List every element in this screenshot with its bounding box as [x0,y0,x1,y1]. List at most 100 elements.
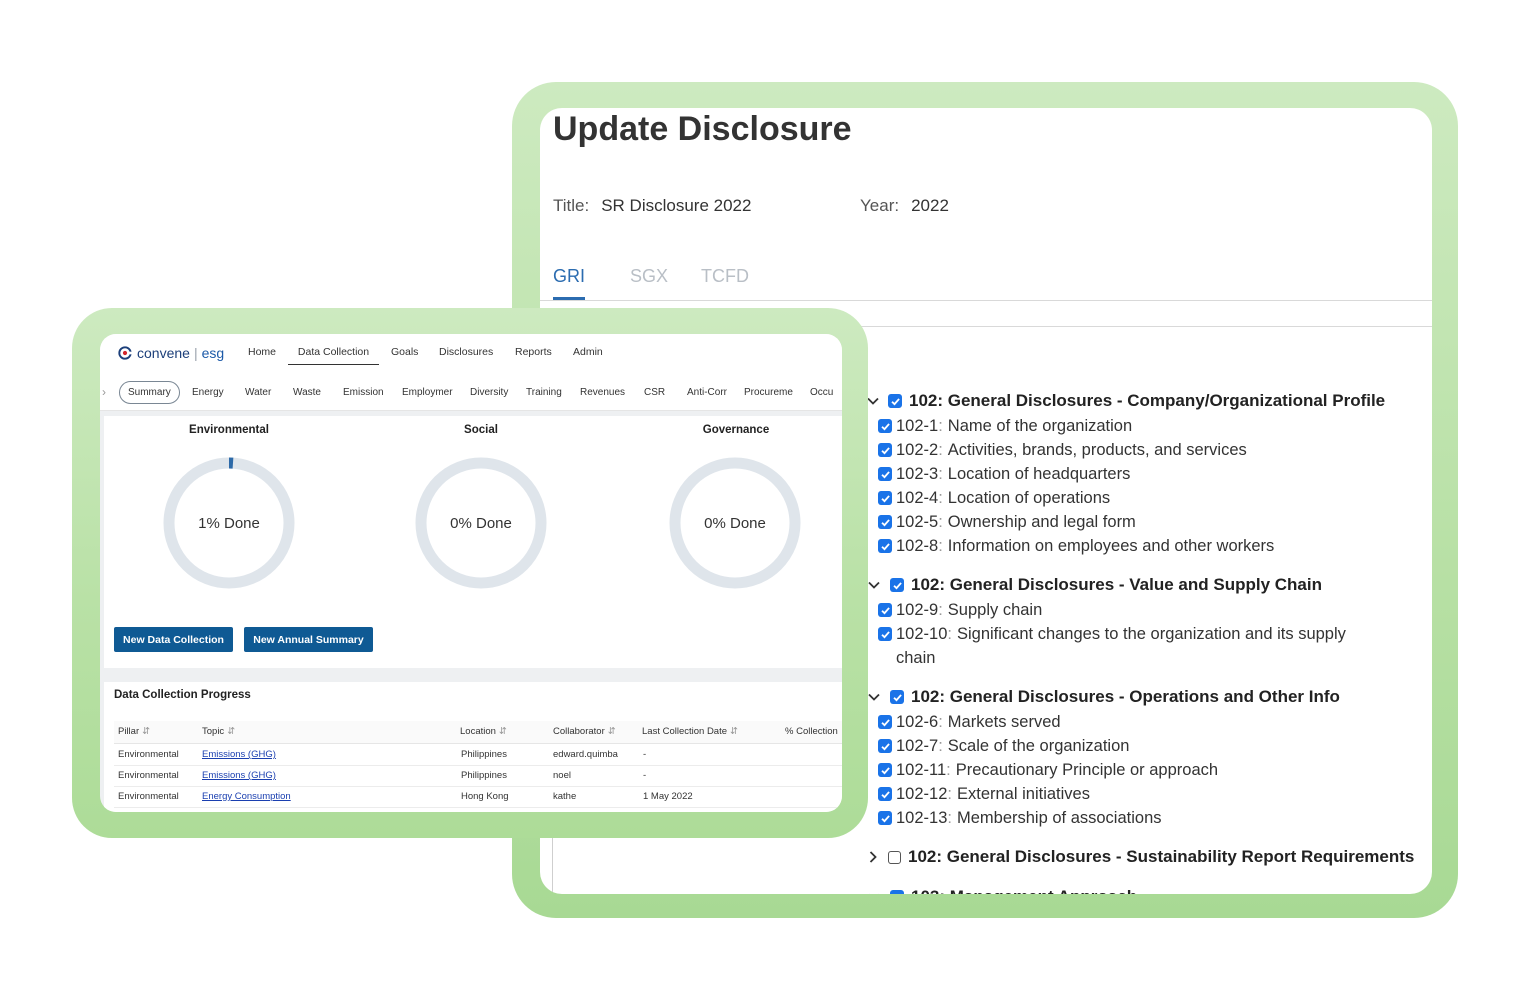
table-row[interactable]: Environmental Emissions (GHG) Philippine… [114,765,842,787]
nav-disclosures[interactable]: Disclosures [439,346,493,358]
disclosure-text: External initiatives [956,785,1090,803]
checked-checkbox[interactable] [878,467,892,481]
disclosure-title-field: Title: SR Disclosure 2022 [553,196,751,216]
disclosure-item[interactable]: 102-9: Supply chain [878,598,1366,622]
column-header-location[interactable]: Location ⇵ [460,726,507,737]
checked-checkbox[interactable] [878,443,892,457]
disclosure-code: 102-9 [896,601,939,619]
governance-progress-label: 0% Done [704,515,766,532]
disclosure-group-header[interactable]: 103: Management Approach [866,884,1366,894]
sort-icon[interactable]: ⇵ [608,726,616,737]
convene-logo[interactable]: convene | esg [118,345,224,361]
new-data-collection-button[interactable]: New Data Collection [114,627,233,652]
checked-checkbox[interactable] [888,394,902,408]
unchecked-checkbox[interactable] [888,850,901,864]
subtab-water[interactable]: Water [245,387,271,398]
esg-dashboard-panel: convene | esg Home Data Collection Goals D… [100,334,842,812]
chevron-down-icon[interactable] [866,577,882,593]
disclosure-group-header[interactable]: 102: General Disclosures - Operations an… [866,684,1366,710]
checked-checkbox[interactable] [878,419,892,433]
column-header-last-collection-date[interactable]: Last Collection Date ⇵ [642,726,738,737]
subtab-employment[interactable]: Employmer [402,387,453,398]
checked-checkbox[interactable] [878,763,892,777]
disclosure-item[interactable]: 102-3: Location of headquarters [878,462,1366,486]
disclosure-text: Membership of associations [956,809,1162,827]
disclosure-item[interactable]: 102-4: Location of operations [878,486,1366,510]
disclosure-group-header[interactable]: 102: General Disclosures - Sustainabilit… [866,844,1414,870]
checked-checkbox[interactable] [878,491,892,505]
chevron-down-icon[interactable] [866,393,880,409]
checked-checkbox[interactable] [890,890,904,894]
subtab-diversity[interactable]: Diversity [470,387,508,398]
subtab-occupational[interactable]: Occu [810,387,833,398]
cell-pillar: Environmental [118,791,179,802]
disclosure-item[interactable]: 102-7: Scale of the organization [878,734,1366,758]
chevron-right-icon[interactable]: › [102,385,106,399]
disclosure-item[interactable]: 102-13: Membership of associations [878,806,1366,830]
subtab-waste[interactable]: Waste [293,387,321,398]
nav-home[interactable]: Home [248,346,276,358]
disclosure-item[interactable]: 102-1: Name of the organization [878,414,1366,438]
subtab-summary[interactable]: Summary [119,381,180,404]
cell-location: Philippines [461,749,507,760]
sort-icon[interactable]: ⇵ [142,726,150,737]
chevron-down-icon[interactable] [866,889,882,894]
disclosure-item[interactable]: 102-5: Ownership and legal form [878,510,1366,534]
cell-topic-link[interactable]: Emissions (GHG) [202,749,276,760]
sort-icon[interactable]: ⇵ [730,726,738,737]
sort-icon[interactable]: ⇵ [499,726,507,737]
cell-pillar: Environmental [118,770,179,781]
tab-tcfd[interactable]: TCFD [701,266,749,297]
disclosure-item[interactable]: 102-2: Activities, brands, products, and … [878,438,1366,462]
checked-checkbox[interactable] [878,787,892,801]
disclosure-code: 102-7 [896,737,939,755]
disclosure-group-header[interactable]: 102: General Disclosures - Company/Organ… [866,388,1385,414]
disclosure-group-header[interactable]: 102: General Disclosures - Value and Sup… [866,572,1366,598]
subtab-training[interactable]: Training [526,387,562,398]
checked-checkbox[interactable] [878,603,892,617]
sort-icon[interactable]: ⇵ [227,726,235,737]
checked-checkbox[interactable] [878,739,892,753]
cell-topic-link[interactable]: Energy Consumption [202,791,291,802]
tab-sgx[interactable]: SGX [630,266,668,297]
tab-gri[interactable]: GRI [553,266,586,300]
cell-topic-link[interactable]: Emissions (GHG) [202,770,276,781]
disclosure-text: Information on employees and other worke… [947,537,1275,555]
new-annual-summary-button[interactable]: New Annual Summary [244,627,373,652]
chevron-right-icon[interactable] [866,849,880,865]
checked-checkbox[interactable] [890,578,904,592]
subtab-procurement[interactable]: Procureme [744,387,793,398]
checked-checkbox[interactable] [878,627,892,641]
chevron-down-icon[interactable] [866,689,882,705]
disclosure-code: 102-2 [896,441,939,459]
subtab-anti-corruption[interactable]: Anti-Corr [687,387,727,398]
pillar-title-governance: Governance [702,424,770,436]
subtab-csr[interactable]: CSR [644,387,665,398]
subtab-emission[interactable]: Emission [343,387,384,398]
disclosure-item[interactable]: 102-8: Information on employees and other… [878,534,1366,558]
nav-admin[interactable]: Admin [573,346,603,358]
checked-checkbox[interactable] [878,715,892,729]
disclosure-code: 102-4 [896,489,939,507]
checked-checkbox[interactable] [878,811,892,825]
column-header-percent-collection[interactable]: % Collection [785,726,838,737]
table-row[interactable]: Environmental Energy Consumption Hong Ko… [114,786,842,808]
column-header-collaborator[interactable]: Collaborator ⇵ [553,726,616,737]
nav-goals[interactable]: Goals [391,346,418,358]
nav-data-collection[interactable]: Data Collection [288,346,379,365]
disclosure-item[interactable]: 102-12: External initiatives [878,782,1366,806]
nav-reports[interactable]: Reports [515,346,552,358]
brand-name: convene [137,345,190,361]
checked-checkbox[interactable] [878,515,892,529]
data-collection-progress-card: Data Collection Progress Pillar ⇵ Topic ⇵ … [104,682,842,812]
column-header-topic[interactable]: Topic ⇵ [202,726,235,737]
subtab-revenues[interactable]: Revenues [580,387,625,398]
column-header-pillar[interactable]: Pillar ⇵ [118,726,150,737]
disclosure-item[interactable]: 102-11: Precautionary Principle or approa… [878,758,1366,782]
disclosure-item[interactable]: 102-6: Markets served [878,710,1366,734]
subtab-energy[interactable]: Energy [192,387,224,398]
checked-checkbox[interactable] [890,690,904,704]
checked-checkbox[interactable] [878,539,892,553]
disclosure-item[interactable]: 102-10: Significant changes to the organi… [878,622,1366,670]
table-row[interactable]: Environmental Emissions (GHG) Philippine… [114,744,842,766]
